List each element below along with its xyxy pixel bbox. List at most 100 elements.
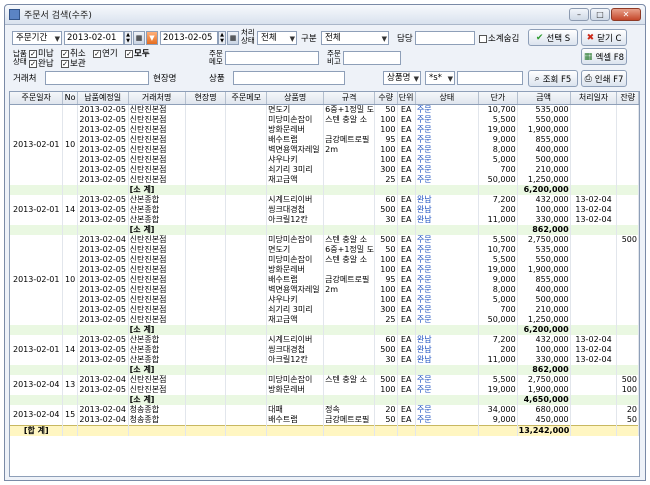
table-cell[interactable]: 2013-02-05: [77, 154, 129, 165]
table-cell[interactable]: [616, 264, 639, 275]
table-cell[interactable]: [185, 344, 227, 355]
table-cell[interactable]: [225, 404, 268, 415]
table-cell[interactable]: 100: [374, 264, 398, 275]
table-row[interactable]: 2013-02-05 산본종합 씽크대경첩 500 EA 완납 200 100,000 13-0…: [10, 344, 639, 355]
table-cell[interactable]: 재고금액: [266, 174, 325, 185]
product-field-select[interactable]: 상품명 ▼: [383, 71, 421, 85]
table-cell[interactable]: 19,000: [478, 264, 518, 275]
table-cell[interactable]: 500: [374, 344, 398, 355]
table-cell[interactable]: 신탄진본점: [128, 384, 186, 395]
table-cell[interactable]: [570, 314, 618, 325]
table-cell[interactable]: 주문: [415, 414, 479, 425]
table-cell[interactable]: 정속: [323, 404, 376, 415]
table-cell[interactable]: EA: [397, 304, 416, 315]
table-cell[interactable]: EA: [397, 154, 416, 165]
table-row[interactable]: 2013-02-05 신탄진본점 방화문레버 100 EA 주문 19,000 1,900,0…: [10, 384, 639, 395]
table-row[interactable]: 2013-02-05 신탄진본점 벽면용액자레일 2m 100 EA 주문 8,000 400,…: [10, 284, 639, 295]
table-cell[interactable]: 100,000: [517, 344, 571, 355]
table-cell[interactable]: 2013-02-05: [77, 274, 129, 285]
table-cell[interactable]: [185, 164, 227, 175]
table-cell[interactable]: [185, 264, 227, 275]
table-cell[interactable]: 2013-02-05: [77, 384, 129, 395]
date-to-input[interactable]: 2013-02-05: [160, 31, 218, 45]
product-keyword-input[interactable]: [457, 71, 523, 85]
table-cell[interactable]: 11,000: [478, 214, 518, 225]
table-cell[interactable]: 2013-02-05: [77, 334, 129, 345]
table-cell[interactable]: 2013-02-05: [77, 314, 129, 325]
table-cell[interactable]: 10,700: [478, 104, 518, 115]
table-cell[interactable]: 855,000: [517, 134, 571, 145]
search-button[interactable]: ⌕ 조회 F5: [528, 70, 578, 87]
table-cell[interactable]: [185, 284, 227, 295]
table-cell[interactable]: 2013-02-05: [77, 284, 129, 295]
date-to-spinner[interactable]: ▲ ▼: [218, 31, 226, 45]
table-cell[interactable]: 9,000: [478, 414, 518, 425]
table-cell[interactable]: [225, 254, 268, 265]
table-cell[interactable]: EA: [397, 204, 416, 215]
column-header[interactable]: 상품명: [266, 92, 325, 105]
table-cell[interactable]: 쇠기리 3미리: [266, 304, 325, 315]
table-cell[interactable]: [225, 174, 268, 185]
table-cell[interactable]: [323, 334, 376, 345]
table-cell[interactable]: EA: [397, 104, 416, 115]
table-row[interactable]: 2013-02-04 청송종합 배수트랩 금강메트로필 50 EA 주문 9,000 450,0…: [10, 414, 639, 425]
table-cell[interactable]: 주문: [415, 244, 479, 255]
table-cell[interactable]: [185, 404, 227, 415]
maximize-button[interactable]: □: [590, 8, 610, 21]
status-checkbox-all[interactable]: ✓ 모두: [125, 49, 150, 59]
table-cell[interactable]: 1,900,000: [517, 124, 571, 135]
table-cell[interactable]: 2013-02-01: [10, 104, 64, 185]
table-row[interactable]: 2013-02-05 신탄진본점 샤우나키 100 EA 주문 5,000 500,000: [10, 294, 639, 305]
table-cell[interactable]: 19,000: [478, 124, 518, 135]
table-cell[interactable]: 2013-02-04: [77, 374, 129, 385]
table-cell[interactable]: [616, 164, 639, 175]
table-row[interactable]: 2013-02-01 10 2013-02-05 신탄진본점 면도기 6중+1정밀 도 50…: [10, 104, 639, 185]
table-cell[interactable]: 855,000: [517, 274, 571, 285]
column-header[interactable]: 납품예정일: [77, 92, 129, 105]
table-cell[interactable]: 벽면용액자레일: [266, 284, 325, 295]
table-cell[interactable]: 주문: [415, 404, 479, 415]
table-cell[interactable]: [323, 384, 376, 395]
table-cell[interactable]: [570, 134, 618, 145]
table-cell[interactable]: 미당미손잡이: [266, 254, 325, 265]
table-cell[interactable]: 13-02-04: [570, 354, 618, 365]
table-cell[interactable]: 스텐 충알 소: [323, 374, 376, 385]
table-cell[interactable]: [323, 154, 376, 165]
table-row[interactable]: 2013-02-05 산본종합 아크릴12칸 30 EA 완납 11,000 330,000 1…: [10, 354, 639, 365]
table-cell[interactable]: EA: [397, 414, 416, 425]
close-button[interactable]: ✖ 닫기 C: [581, 29, 627, 46]
table-cell[interactable]: 주문: [415, 144, 479, 155]
table-cell[interactable]: [570, 404, 618, 415]
table-cell[interactable]: 14: [62, 194, 78, 225]
table-cell[interactable]: 신탄진본점: [128, 104, 186, 115]
table-cell[interactable]: [185, 134, 227, 145]
table-cell[interactable]: 50: [374, 244, 398, 255]
table-cell[interactable]: 대패: [266, 404, 325, 415]
table-cell[interactable]: 씽크대경첩: [266, 344, 325, 355]
table-cell[interactable]: 2013-02-01: [10, 334, 64, 365]
table-cell[interactable]: [225, 274, 268, 285]
table-row[interactable]: 2013-02-05 신탄진본점 미당미손잡이 스텐 충알 소 100 EA 주문 5,500…: [10, 254, 639, 265]
table-cell[interactable]: 100: [374, 294, 398, 305]
table-cell[interactable]: 200: [478, 344, 518, 355]
table-cell[interactable]: [323, 204, 376, 215]
table-cell[interactable]: [616, 144, 639, 155]
column-header[interactable]: 주문메모: [225, 92, 268, 105]
table-cell[interactable]: [225, 144, 268, 155]
table-cell[interactable]: 완납: [415, 354, 479, 365]
table-cell[interactable]: 550,000: [517, 254, 571, 265]
table-cell[interactable]: 완납: [415, 194, 479, 205]
table-cell[interactable]: 5,500: [478, 234, 518, 245]
table-cell[interactable]: [225, 374, 268, 385]
table-cell[interactable]: 미당미손잡이: [266, 234, 325, 245]
table-cell[interactable]: 95: [374, 274, 398, 285]
table-cell[interactable]: 7,200: [478, 194, 518, 205]
table-cell[interactable]: 2013-02-05: [77, 114, 129, 125]
table-cell[interactable]: [570, 244, 618, 255]
table-cell[interactable]: [323, 314, 376, 325]
excel-button[interactable]: ▦ 엑셀 F8: [581, 48, 627, 65]
table-cell[interactable]: [225, 354, 268, 365]
table-cell[interactable]: 샤우나키: [266, 294, 325, 305]
table-cell[interactable]: [185, 274, 227, 285]
table-cell[interactable]: 주문: [415, 264, 479, 275]
